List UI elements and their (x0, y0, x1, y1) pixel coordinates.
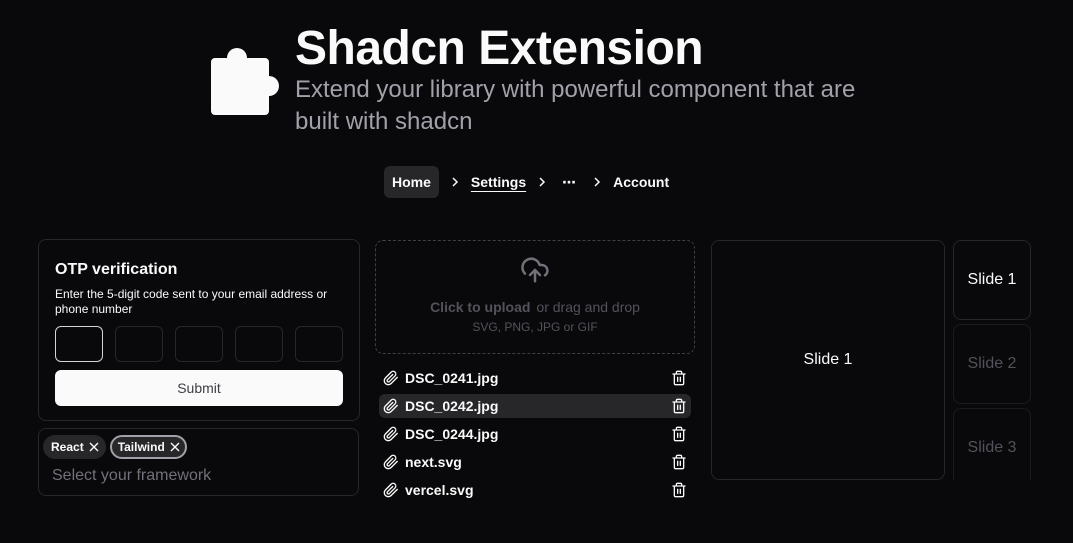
carousel-thumbnail[interactable]: Slide 1 (953, 240, 1031, 320)
file-item[interactable]: next.svg (379, 450, 691, 474)
paperclip-icon (383, 370, 398, 386)
file-item[interactable]: DSC_0244.jpg (379, 422, 691, 446)
thumbnail-label: Slide 3 (967, 439, 1017, 456)
file-name: vercel.svg (405, 482, 474, 498)
tag-tailwind: Tailwind (109, 435, 187, 459)
paperclip-icon (383, 482, 398, 498)
carousel-thumbnail[interactable]: Slide 2 (953, 324, 1031, 404)
carousel-thumbnails: Slide 1 Slide 2 Slide 3 (953, 240, 1031, 480)
paperclip-icon (383, 398, 398, 414)
trash-icon[interactable] (671, 454, 687, 470)
otp-title: OTP verification (55, 261, 178, 278)
otp-input (55, 326, 343, 362)
puzzle-icon (211, 48, 279, 116)
cloud-upload-icon (521, 257, 549, 283)
thumbnail-label: Slide 1 (967, 271, 1017, 288)
tag-label: Tailwind (117, 440, 165, 454)
tag-react: React (43, 435, 106, 459)
breadcrumb: Home Settings ⋯ Account (384, 166, 669, 198)
file-name: DSC_0241.jpg (405, 370, 499, 386)
breadcrumb-ellipsis[interactable]: ⋯ (558, 166, 581, 198)
file-item[interactable]: DSC_0242.jpg (379, 394, 691, 418)
paperclip-icon (383, 454, 398, 470)
close-icon[interactable] (88, 441, 100, 453)
file-name: next.svg (405, 454, 462, 470)
otp-slot[interactable] (295, 326, 343, 362)
chevron-right-icon (589, 176, 605, 188)
submit-button[interactable]: Submit (55, 370, 343, 406)
carousel-thumbnail[interactable]: Slide 3 (953, 408, 1031, 480)
file-list: DSC_0241.jpg DSC_0242.jpg DSC_0244.jpg n… (379, 366, 691, 506)
file-name: DSC_0244.jpg (405, 426, 499, 442)
slide-label: Slide 1 (803, 351, 853, 368)
trash-icon[interactable] (671, 370, 687, 386)
close-icon[interactable] (169, 441, 181, 453)
file-name: DSC_0242.jpg (405, 398, 499, 414)
otp-card: OTP verification Enter the 5-digit code … (38, 239, 360, 421)
tag-label: React (51, 440, 84, 454)
otp-slot[interactable] (175, 326, 223, 362)
chevron-right-icon (534, 176, 550, 188)
file-item[interactable]: vercel.svg (379, 478, 691, 502)
trash-icon[interactable] (671, 398, 687, 414)
upload-hint: SVG, PNG, JPG or GIF (472, 320, 598, 334)
breadcrumb-account: Account (613, 174, 670, 190)
otp-description: Enter the 5-digit code sent to your emai… (55, 287, 328, 316)
file-dropzone[interactable]: Click to upload or drag and drop SVG, PNG… (375, 240, 695, 354)
page-subtitle: Extend your library with powerful compon… (295, 76, 856, 135)
framework-tags-input[interactable]: React Tailwind Select your framework (38, 428, 359, 496)
page-title: Shadcn Extension (295, 22, 704, 75)
file-item[interactable]: DSC_0241.jpg (379, 366, 691, 390)
upload-cta-rest: or drag and drop (536, 299, 640, 315)
chevron-right-icon (447, 176, 463, 188)
carousel-main-slide[interactable]: Slide 1 (711, 240, 945, 480)
trash-icon[interactable] (671, 482, 687, 498)
otp-slot[interactable] (235, 326, 283, 362)
breadcrumb-settings[interactable]: Settings (471, 166, 526, 198)
paperclip-icon (383, 426, 398, 442)
thumbnail-label: Slide 2 (967, 355, 1017, 372)
trash-icon[interactable] (671, 426, 687, 442)
framework-search-input[interactable]: Select your framework (52, 467, 354, 485)
otp-slot[interactable] (55, 326, 103, 362)
breadcrumb-home[interactable]: Home (384, 166, 439, 198)
upload-cta[interactable]: Click to upload (430, 299, 530, 315)
otp-slot[interactable] (115, 326, 163, 362)
